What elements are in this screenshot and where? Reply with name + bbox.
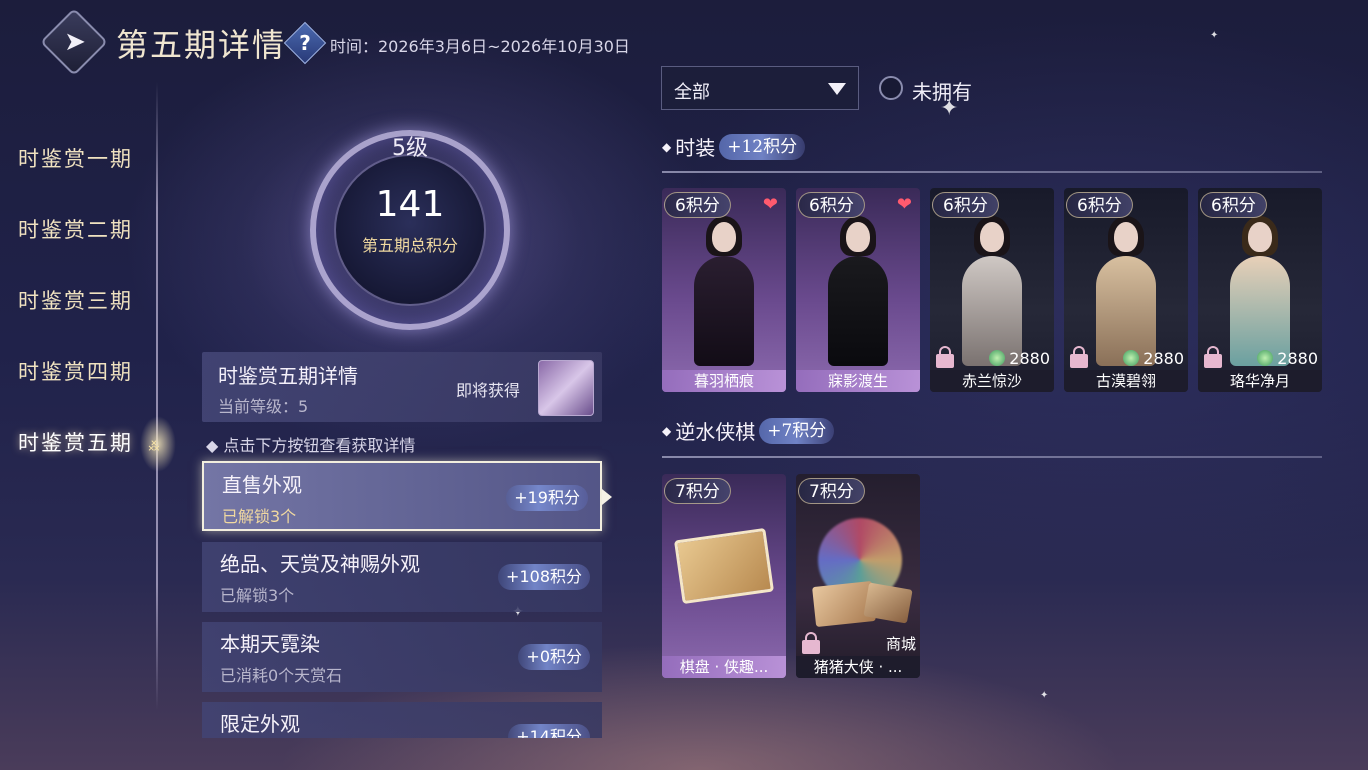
item-card[interactable]: 7积分 棋盘 · 侠趣... — [662, 474, 786, 678]
item-points: 6积分 — [932, 192, 999, 218]
section-points: +7积分 — [759, 417, 835, 444]
section-divider — [662, 171, 1322, 173]
diamond-bullet-icon: ◆ — [662, 423, 672, 438]
item-name: 珞华净月 — [1198, 370, 1322, 392]
section-points: +12积分 — [719, 133, 806, 160]
unowned-radio[interactable] — [879, 76, 903, 100]
category-name: 本期天霓染 — [220, 632, 320, 656]
heart-icon: ❤ — [762, 194, 778, 215]
category-direct-sale[interactable]: 直售外观 已解锁3个 +19积分 — [202, 461, 602, 531]
total-score: 141 — [375, 184, 445, 225]
item-points: 6积分 — [1200, 192, 1267, 218]
jade-currency-icon — [1123, 350, 1140, 366]
jade-currency-icon — [989, 350, 1006, 366]
section-divider — [662, 456, 1322, 458]
lock-icon — [1070, 354, 1088, 368]
unowned-label: 未拥有 — [912, 80, 972, 104]
item-card[interactable]: 7积分 商城 猪猪大侠 · ... — [796, 474, 920, 678]
category-name: 绝品、天赏及神赐外观 — [220, 552, 420, 576]
sidebar-item-period-2[interactable]: 时鉴赏二期 — [18, 214, 133, 244]
item-name: 寐影渡生 — [796, 370, 920, 392]
category-points: +14积分 — [508, 724, 590, 738]
lock-icon — [1204, 354, 1222, 368]
time-range: 时间：2026年3月6日~2026年10月30日 — [330, 37, 630, 56]
character-portrait — [1086, 212, 1166, 368]
sidebar-item-period-4[interactable]: 时鉴赏四期 — [18, 356, 133, 386]
section-title: 逆水侠棋 — [675, 420, 756, 444]
character-portrait — [684, 212, 764, 368]
section-header-chess: ◆ 逆水侠棋 +7积分 — [662, 416, 835, 445]
item-card[interactable]: 6积分 ❤ 暮羽栖痕 — [662, 188, 786, 392]
category-name: 直售外观 — [222, 473, 302, 497]
sparkle-decoration: ✦ — [1040, 690, 1049, 701]
lock-icon — [936, 354, 954, 368]
sparkle-decoration: ✦ — [1210, 30, 1219, 41]
selected-arrow-icon — [602, 489, 612, 505]
score-caption: 第五期总积分 — [361, 236, 458, 255]
item-points: 6积分 — [1066, 192, 1133, 218]
sidebar-item-period-3[interactable]: 时鉴赏三期 — [18, 285, 133, 315]
item-name: 赤兰惊沙 — [930, 370, 1054, 392]
character-portrait — [952, 212, 1032, 368]
lock-icon — [802, 640, 820, 654]
level-label: 5级 — [392, 136, 428, 161]
item-points: 7积分 — [664, 478, 731, 504]
category-points: +0积分 — [518, 644, 590, 670]
category-limited[interactable]: 限定外观 +14积分 — [202, 702, 602, 738]
category-sub: 已解锁3个 — [222, 507, 297, 526]
category-sub: 已消耗0个天赏石 — [220, 666, 343, 685]
detail-title: 时鉴赏五期详情 — [218, 364, 358, 388]
item-price: 2880 — [1257, 349, 1318, 368]
item-price: 2880 — [1123, 349, 1184, 368]
item-name: 古漠碧翎 — [1064, 370, 1188, 392]
category-points: +108积分 — [498, 564, 590, 590]
sidebar-divider — [156, 82, 158, 710]
heart-icon: ❤ — [896, 194, 912, 215]
category-sub: 已解锁3个 — [220, 586, 295, 605]
item-price: 2880 — [989, 349, 1050, 368]
category-points: +19积分 — [506, 485, 588, 511]
progress-ring-center — [334, 154, 486, 306]
character-portrait — [818, 212, 898, 368]
section-title: 时装 — [675, 136, 716, 160]
soon-label: 即将获得 — [456, 381, 521, 400]
chevron-down-icon — [828, 83, 846, 95]
item-points: 7积分 — [798, 478, 865, 504]
swirl-icon: ࿏ — [148, 437, 160, 458]
category-dye[interactable]: 本期天霓染 已消耗0个天赏石 +0积分 — [202, 622, 602, 692]
sidebar-item-period-5[interactable]: 时鉴赏五期 — [18, 427, 133, 457]
jade-currency-icon — [1257, 350, 1274, 366]
filter-selected: 全部 — [674, 82, 710, 103]
current-level: 当前等级：5 — [218, 397, 309, 416]
item-name: 暮羽栖痕 — [662, 370, 786, 392]
chessboard-image — [673, 527, 775, 605]
category-name: 限定外观 — [220, 712, 300, 736]
back-arrow-icon: ➤ — [64, 27, 86, 57]
item-name: 猪猪大侠 · ... — [796, 656, 920, 678]
shop-label: 商城 — [885, 635, 916, 653]
item-card[interactable]: 6积分 2880 古漠碧翎 — [1064, 188, 1188, 392]
card-image — [863, 582, 913, 624]
item-name: 棋盘 · 侠趣... — [662, 656, 786, 678]
sidebar-item-period-1[interactable]: 时鉴赏一期 — [18, 143, 133, 173]
diamond-bullet-icon: ◆ — [662, 139, 672, 154]
item-points: 6积分 — [664, 192, 731, 218]
item-points: 6积分 — [798, 192, 865, 218]
item-card[interactable]: 6积分 ❤ 寐影渡生 — [796, 188, 920, 392]
character-portrait — [1220, 212, 1300, 368]
item-card[interactable]: 6积分 2880 珞华净月 — [1198, 188, 1322, 392]
page-title: 第五期详情 — [116, 26, 287, 64]
hint-text: ◆ 点击下方按钮查看获取详情 — [206, 436, 416, 455]
help-icon: ? — [299, 31, 311, 55]
section-header-fashion: ◆ 时装 +12积分 — [662, 132, 806, 161]
category-premium[interactable]: 绝品、天赏及神赐外观 已解锁3个 +108积分 — [202, 542, 602, 612]
reward-thumbnail[interactable] — [538, 360, 594, 416]
item-card[interactable]: 6积分 2880 赤兰惊沙 — [930, 188, 1054, 392]
